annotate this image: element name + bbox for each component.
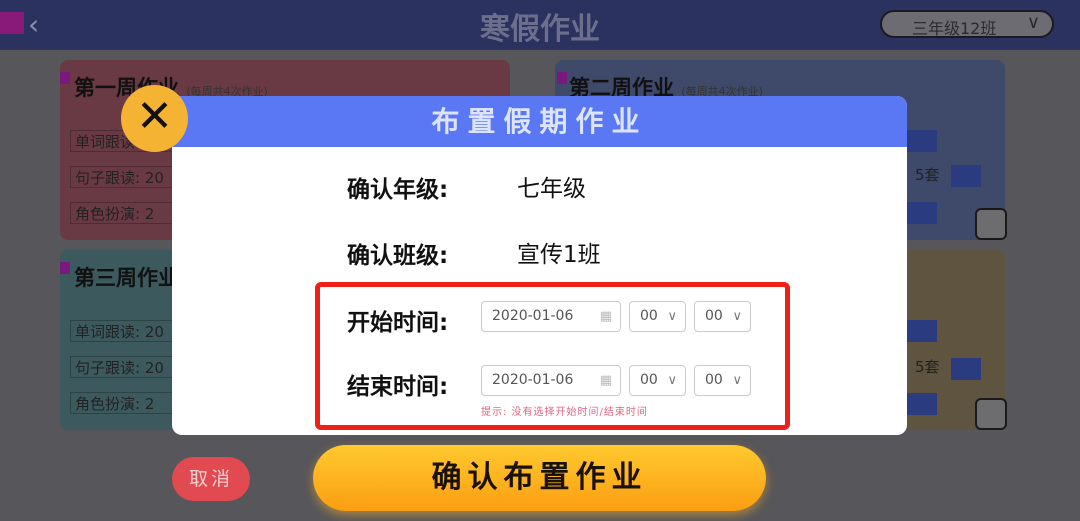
close-icon[interactable]: ✕ xyxy=(121,85,188,152)
marker xyxy=(557,72,567,84)
card-title: 第三周作业 xyxy=(74,266,179,290)
preview-button[interactable] xyxy=(951,165,981,187)
end-hour-select[interactable]: 00 ∨ xyxy=(629,365,686,396)
grade-label: 确认年级: xyxy=(347,177,449,203)
marker xyxy=(60,72,70,84)
preview-button[interactable] xyxy=(951,358,981,380)
preview-button[interactable] xyxy=(907,320,937,342)
end-date-input[interactable]: 2020-01-06 ▦ xyxy=(481,365,621,396)
cancel-button[interactable]: 取消 xyxy=(172,457,250,501)
start-time-label: 开始时间: xyxy=(347,310,449,336)
chevron-down-icon: ∨ xyxy=(1026,12,1040,33)
preview-button[interactable] xyxy=(907,130,937,152)
end-minute-select[interactable]: 00 ∨ xyxy=(694,365,751,396)
start-hour-select[interactable]: 00 ∨ xyxy=(629,301,686,332)
class-select-value: 三年级12班 xyxy=(912,19,997,38)
confirm-assign-button[interactable]: 确认布置作业 xyxy=(313,445,766,511)
calendar-icon: ▦ xyxy=(599,309,612,324)
grade-value: 七年级 xyxy=(517,176,586,202)
chevron-down-icon: ∨ xyxy=(732,373,742,388)
preview-button[interactable] xyxy=(907,202,937,224)
preview-button[interactable] xyxy=(907,393,937,415)
card-row: 5套 xyxy=(915,166,940,184)
card-row: 5套 xyxy=(915,358,940,376)
chevron-down-icon: ∨ xyxy=(667,373,677,388)
start-minute-select[interactable]: 00 ∨ xyxy=(694,301,751,332)
end-time-label: 结束时间: xyxy=(347,374,449,400)
chevron-down-icon: ∨ xyxy=(732,309,742,324)
calendar-icon: ▦ xyxy=(599,373,612,388)
class-label: 确认班级: xyxy=(347,243,449,269)
class-value: 宣传1班 xyxy=(517,242,601,268)
marker xyxy=(60,262,70,274)
class-select[interactable]: 三年级12班 ∨ xyxy=(880,10,1054,38)
chevron-down-icon: ∨ xyxy=(667,309,677,324)
dialog-title: 布置假期作业 xyxy=(172,96,907,147)
checkbox[interactable] xyxy=(975,208,1007,240)
header: ‹ 寒假作业 三年级12班 ∨ xyxy=(0,0,1080,50)
checkbox[interactable] xyxy=(975,398,1007,430)
start-date-input[interactable]: 2020-01-06 ▦ xyxy=(481,301,621,332)
hint-text: 提示: 没有选择开始时间/结束时间 xyxy=(481,407,648,418)
